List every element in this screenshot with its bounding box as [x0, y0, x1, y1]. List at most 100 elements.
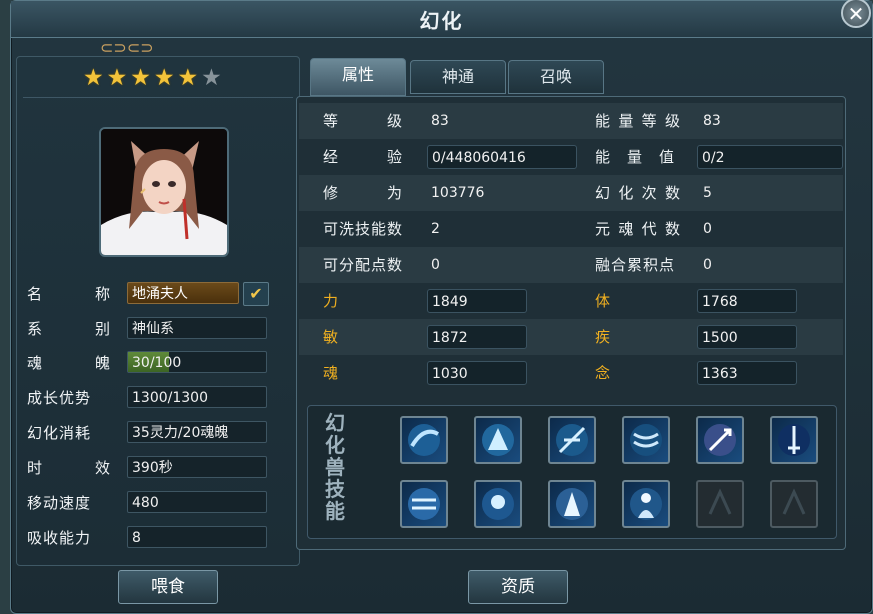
soul-attr-label: 魂 — [323, 364, 340, 382]
absorb-row: 吸收能力 8 — [17, 525, 299, 551]
speed-value: 480 — [127, 491, 267, 513]
skills-panel: 幻化兽技能 — [307, 405, 837, 539]
growth-label: 成长优势 — [27, 389, 92, 407]
tab-summon[interactable]: 召唤 — [508, 60, 604, 94]
transform-count-label-d: 数 — [664, 184, 681, 202]
level-label-a: 等 — [323, 112, 340, 130]
con-value: 1768 — [697, 289, 797, 313]
skill-1-icon[interactable] — [400, 416, 448, 464]
attr-row: 魂 1030 念 1363 — [299, 355, 843, 391]
soul-label-a: 魂 — [27, 354, 44, 372]
series-label-b: 别 — [94, 320, 111, 338]
checkmark-icon: ✔ — [249, 284, 263, 303]
series-label-a: 系 — [27, 320, 44, 338]
window-title: 幻化 — [419, 8, 464, 33]
skill-9-icon[interactable] — [548, 480, 596, 528]
fusion-label: 融合累积点 — [595, 256, 676, 274]
duration-value: 390秒 — [127, 456, 267, 478]
tab-attributes[interactable]: 属性 — [310, 58, 406, 96]
skills-label: 幻化兽技能 — [325, 411, 345, 523]
energy-label-a: 能 — [595, 148, 612, 166]
skill-4-icon[interactable] — [622, 416, 670, 464]
star-icon: ★ — [177, 65, 199, 91]
soul-gen-label-c: 代 — [641, 220, 658, 238]
series-value: 神仙系 — [127, 317, 267, 339]
name-field[interactable]: 地涌夫人 — [127, 282, 239, 304]
soul-gen-label-b: 魂 — [618, 220, 635, 238]
absorb-value: 8 — [127, 526, 267, 548]
energy-level-label-d: 级 — [664, 112, 681, 130]
attr-row: 可洗技能数 2 元 魂 代 数 0 — [299, 211, 843, 247]
soul-gen-label: 元 魂 代 数 — [595, 211, 681, 247]
soul-gen-label-a: 元 — [595, 220, 612, 238]
series-row: 系 别 神仙系 — [17, 316, 299, 342]
name-row: 名 称 地涌夫人 ✔ — [17, 281, 299, 307]
duration-label-b: 效 — [94, 459, 111, 477]
feed-button[interactable]: 喂食 — [118, 570, 218, 604]
cultivation-value: 103776 — [431, 185, 485, 201]
energy-level-label-a: 能 — [595, 112, 612, 130]
series-label: 系 别 — [27, 316, 111, 342]
exp-label-b: 验 — [386, 148, 403, 166]
name-label-a: 名 — [27, 285, 44, 303]
attr-row: 经 验 0/448060416 能 量 值 0/2 — [299, 139, 843, 175]
skill-2-icon[interactable] — [474, 416, 522, 464]
cost-value: 35灵力/20魂魄 — [127, 421, 267, 443]
soul-label-b: 魄 — [94, 354, 111, 372]
assignable-label: 可分配点数 — [323, 256, 404, 274]
skill-7-icon[interactable] — [400, 480, 448, 528]
energy-level-label-b: 量 — [618, 112, 635, 130]
skill-5-icon[interactable] — [696, 416, 744, 464]
cultivation-label: 修 为 — [323, 175, 403, 211]
attr-row: 修 为 103776 幻 化 次 数 5 — [299, 175, 843, 211]
cost-row: 幻化消耗 35灵力/20魂魄 — [17, 420, 299, 446]
assignable-value: 0 — [431, 257, 440, 273]
empty-skill-slot — [770, 480, 818, 528]
skill-8-icon[interactable] — [474, 480, 522, 528]
growth-value: 1300/1300 — [127, 386, 267, 408]
soul-label: 魂 魄 — [27, 350, 111, 376]
star-empty-icon: ★ — [201, 65, 222, 91]
energy-level-label: 能 量 等 级 — [595, 103, 681, 139]
energy-value: 0/2 — [697, 145, 843, 169]
haste-label: 疾 — [595, 328, 612, 346]
soul-progress-bar: 30/100 — [127, 351, 267, 373]
name-label: 名 称 — [27, 281, 111, 307]
transform-count-label: 幻 化 次 数 — [595, 175, 681, 211]
title-bar: 幻化 — [11, 1, 872, 38]
energy-label-c: 值 — [658, 148, 675, 166]
transform-count-label-b: 化 — [618, 184, 635, 202]
star-icon: ★ — [153, 65, 175, 91]
con-label: 体 — [595, 292, 612, 310]
energy-label-b: 量 — [626, 148, 643, 166]
soul-row: 魂 魄 30/100 — [17, 350, 299, 376]
left-panel: ★ ★ ★ ★ ★ ★ 名 称 地涌夫人 ✔ 系 别 神仙系 魂 魄 30/10… — [16, 56, 300, 566]
tab-skills[interactable]: 神通 — [410, 60, 506, 94]
absorb-label: 吸收能力 — [27, 529, 92, 547]
level-label: 等 级 — [323, 103, 403, 139]
soul-attr-value: 1030 — [427, 361, 527, 385]
exp-value: 0/448060416 — [427, 145, 577, 169]
attr-row: 力 1849 体 1768 — [299, 283, 843, 319]
growth-row: 成长优势 1300/1300 — [17, 385, 299, 411]
skill-10-icon[interactable] — [622, 480, 670, 528]
transform-count-label-c: 次 — [641, 184, 658, 202]
transform-count-value: 5 — [703, 185, 712, 201]
mind-value: 1363 — [697, 361, 797, 385]
skill-6-icon[interactable] — [770, 416, 818, 464]
level-value: 83 — [431, 113, 449, 129]
divider — [23, 97, 293, 98]
str-value: 1849 — [427, 289, 527, 313]
soul-gen-label-d: 数 — [664, 220, 681, 238]
aptitude-button[interactable]: 资质 — [468, 570, 568, 604]
exp-label: 经 验 — [323, 139, 403, 175]
name-confirm-button[interactable]: ✔ — [243, 282, 269, 306]
agi-value: 1872 — [427, 325, 527, 349]
skill-3-icon[interactable] — [548, 416, 596, 464]
fusion-value: 0 — [703, 257, 712, 273]
duration-row: 时 效 390秒 — [17, 455, 299, 481]
washable-label: 可洗技能数 — [323, 220, 404, 238]
duration-label-a: 时 — [27, 459, 44, 477]
energy-level-value: 83 — [703, 113, 721, 129]
avatar — [99, 127, 229, 257]
